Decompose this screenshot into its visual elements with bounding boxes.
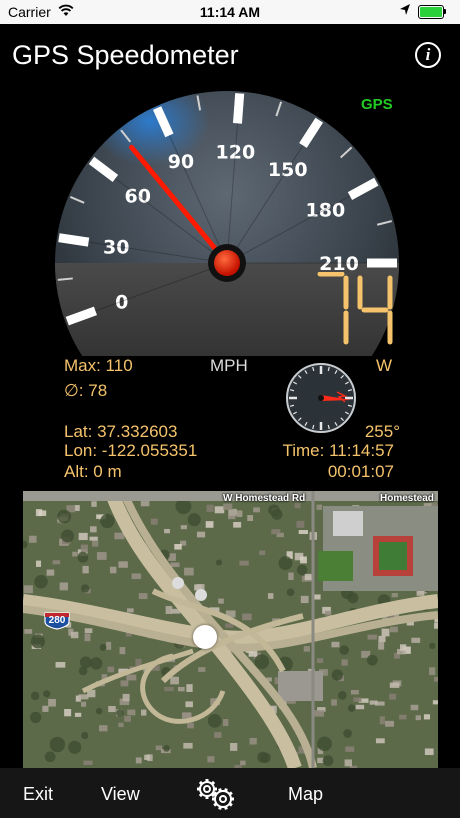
gps-indicator: GPS [361,96,393,113]
heading-degrees: 255° [364,422,400,441]
location-arrow-icon [399,3,411,20]
heading-direction: W [376,356,393,375]
road-label: W Homestead Rd [223,493,306,504]
exit-button[interactable]: Exit [23,784,53,805]
average-speed: ∅: 78 [64,381,108,400]
latitude: Lat: 37.332603 [64,422,178,441]
needle-hub [214,250,240,276]
view-button[interactable]: View [101,784,140,805]
longitude: Lon: -122.055351 [64,441,198,460]
altitude: Alt: 0 m [64,462,122,481]
gauge-tick-label: 0 [115,291,128,313]
gauge-tick-label: 180 [306,199,346,221]
status-bar: Carrier 11:14 AM [0,0,460,24]
gears-icon[interactable] [192,776,238,812]
clock-time: Time: 11:14:57 [282,441,394,460]
map-button[interactable]: Map [288,784,323,805]
current-location-marker [193,625,217,649]
road-label: Homestead [380,493,434,504]
elapsed-time: 00:01:07 [327,462,394,481]
gauge-major-tick [58,233,90,247]
compass-icon [286,363,356,433]
status-time: 11:14 AM [199,4,261,20]
gauge-tick-label: 150 [268,159,308,181]
bottom-toolbar: Exit View Map [0,768,460,818]
app-title: GPS Speedometer [12,40,239,70]
max-speed: Max: 110 [64,356,133,375]
gauge-major-tick [232,93,245,124]
speed-unit: MPH [210,356,248,375]
satellite-map[interactable]: W Homestead Rd Homestead 280 [23,491,438,768]
digital-speed [317,272,393,345]
interstate-shield-label: 280 [48,615,66,626]
info-icon[interactable]: i [415,42,441,68]
battery-icon [418,5,444,19]
